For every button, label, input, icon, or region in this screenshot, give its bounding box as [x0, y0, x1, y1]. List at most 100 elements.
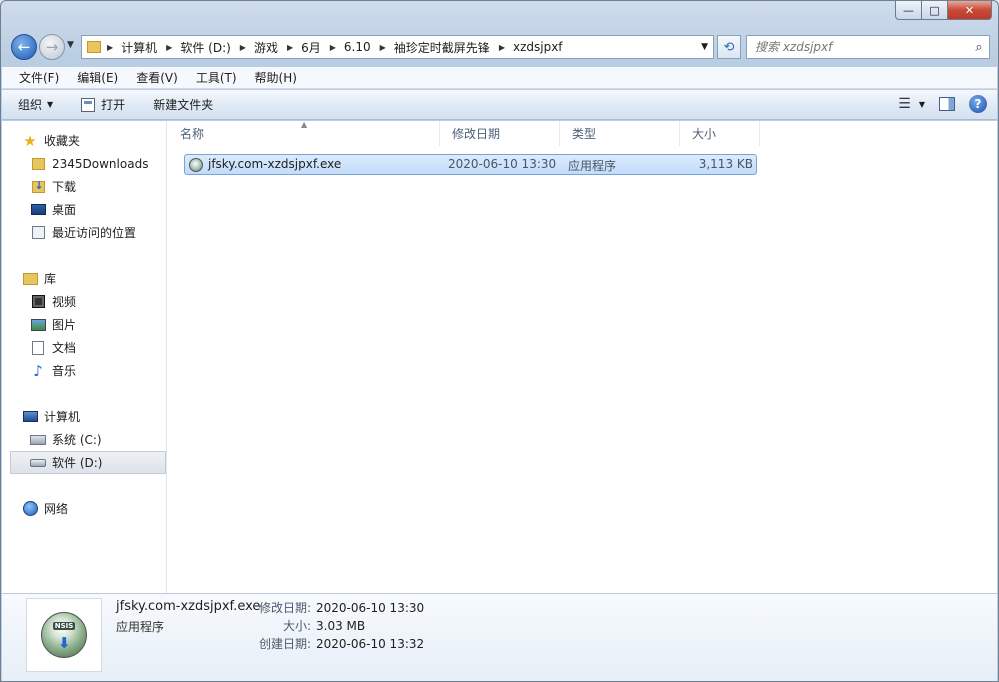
breadcrumb-games[interactable]: 游戏 — [254, 39, 278, 56]
back-button[interactable]: ← — [11, 34, 37, 60]
forward-button[interactable]: → — [39, 34, 65, 60]
search-input[interactable] — [747, 40, 969, 54]
new-folder-button[interactable]: 新建文件夹 — [153, 96, 213, 113]
drive-icon — [30, 458, 46, 467]
refresh-button[interactable]: ⟲ — [717, 35, 741, 59]
column-size[interactable]: 大小 — [680, 121, 760, 146]
installer-exe-icon — [189, 158, 203, 172]
sidebar-item-favorites[interactable]: ★ 收藏夹 — [2, 129, 167, 152]
sidebar-item-label: 网络 — [44, 502, 69, 516]
breadcrumb-separator-icon[interactable]: ▶ — [240, 43, 246, 52]
file-thumbnail: NSIS ⬇ — [26, 598, 102, 672]
downloads-folder-icon — [31, 179, 45, 193]
sidebar-item-pictures[interactable]: 图片 — [2, 313, 167, 336]
toolbar-right: ☰ ▼ ? — [884, 95, 987, 113]
nsis-installer-icon: NSIS ⬇ — [41, 612, 87, 658]
folder-icon — [87, 41, 101, 53]
breadcrumb-app-folder[interactable]: 袖珍定时截屏先锋 — [394, 39, 490, 56]
new-folder-label: 新建文件夹 — [153, 98, 214, 112]
menu-tools[interactable]: 工具(T) — [187, 69, 246, 86]
breadcrumb-june[interactable]: 6月 — [301, 39, 321, 56]
sidebar-item-2345downloads[interactable]: 2345Downloads — [2, 152, 167, 175]
menu-edit[interactable]: 编辑(E) — [68, 69, 127, 86]
document-icon — [32, 340, 44, 355]
breadcrumb-drive-d[interactable]: 软件 (D:) — [180, 39, 230, 56]
sidebar-item-libraries[interactable]: 库 — [2, 267, 167, 290]
address-dropdown-icon[interactable]: ▼ — [701, 42, 708, 52]
breadcrumb-separator-icon[interactable]: ▶ — [380, 43, 386, 52]
menu-view[interactable]: 查看(V) — [127, 69, 187, 86]
maximize-button[interactable]: □ — [922, 1, 948, 20]
open-icon — [81, 97, 96, 112]
file-type: 应用程序 — [568, 159, 617, 173]
sidebar-item-label: 最近访问的位置 — [52, 226, 137, 240]
sidebar-item-label: 视频 — [52, 295, 77, 309]
breadcrumb-separator-icon[interactable]: ▶ — [166, 43, 172, 52]
sidebar-item-label: 文档 — [52, 341, 77, 355]
file-modified: 2020-06-10 13:30 — [448, 157, 557, 171]
system-drive-icon — [30, 434, 46, 445]
sidebar-item-drive-d[interactable]: 软件 (D:) — [10, 451, 166, 474]
sidebar-item-recent-places[interactable]: 最近访问的位置 — [2, 221, 167, 244]
organize-button[interactable]: 组织 ▼ — [18, 96, 53, 113]
sidebar-item-drive-c[interactable]: 系统 (C:) — [2, 428, 167, 451]
breadcrumb-separator-icon[interactable]: ▶ — [330, 43, 336, 52]
sidebar-item-label: 图片 — [52, 318, 77, 332]
label-size: 大小: — [282, 619, 311, 633]
command-bar: 组织 ▼ 打开 新建文件夹 ☰ ▼ ? — [2, 90, 997, 120]
menu-file[interactable]: 文件(F) — [10, 69, 68, 86]
breadcrumb: ▶ 计算机 ▶ 软件 (D:) ▶ 游戏 ▶ 6月 ▶ 6.10 ▶ 袖珍定时截… — [107, 39, 572, 56]
recent-places-icon — [31, 226, 45, 239]
column-label: 类型 — [572, 127, 597, 141]
breadcrumb-separator-icon[interactable]: ▶ — [499, 43, 505, 52]
sidebar-item-downloads[interactable]: 下载 — [2, 175, 167, 198]
sidebar-item-music[interactable]: ♪ 音乐 — [2, 359, 167, 382]
sidebar-item-computer[interactable]: 计算机 — [2, 405, 167, 428]
libraries-group: 库 视频 图片 文档 ♪ 音乐 — [2, 267, 167, 382]
change-view-icon[interactable]: ☰ — [898, 96, 911, 112]
open-button[interactable]: 打开 — [81, 96, 125, 113]
column-type[interactable]: 类型 — [560, 121, 680, 146]
sidebar-item-network[interactable]: 网络 — [2, 497, 167, 520]
address-bar[interactable]: ▶ 计算机 ▶ 软件 (D:) ▶ 游戏 ▶ 6月 ▶ 6.10 ▶ 袖珍定时截… — [81, 35, 714, 59]
breadcrumb-6-10[interactable]: 6.10 — [344, 40, 371, 54]
refresh-icon: ⟲ — [723, 39, 735, 55]
file-list: ▲ 名称 修改日期 类型 大小 jfsky.com-xzdsjpxf.exe 2… — [168, 120, 997, 593]
view-options-chevron-icon[interactable]: ▼ — [919, 100, 925, 109]
column-headers: ▲ 名称 修改日期 类型 大小 — [168, 120, 760, 146]
sidebar-item-documents[interactable]: 文档 — [2, 336, 167, 359]
pictures-icon — [30, 318, 46, 331]
preview-pane-icon[interactable] — [939, 97, 955, 111]
computer-group: 计算机 系统 (C:) 软件 (D:) — [2, 405, 167, 474]
breadcrumb-computer[interactable]: 计算机 — [121, 39, 157, 56]
sidebar-item-desktop[interactable]: 桌面 — [2, 198, 167, 221]
library-icon — [22, 272, 38, 285]
sidebar-item-label: 系统 (C:) — [52, 433, 102, 447]
breadcrumb-separator-icon[interactable]: ▶ — [107, 43, 113, 52]
column-date-modified[interactable]: 修改日期 — [440, 121, 560, 146]
menu-help[interactable]: 帮助(H) — [246, 69, 306, 86]
breadcrumb-current[interactable]: xzdsjpxf — [513, 40, 563, 54]
sidebar-item-label: 桌面 — [52, 203, 77, 217]
menu-bar: 文件(F) 编辑(E) 查看(V) 工具(T) 帮助(H) — [2, 67, 997, 89]
close-button[interactable]: ✕ — [948, 1, 992, 20]
sidebar-item-label: 计算机 — [44, 410, 81, 424]
sidebar-item-videos[interactable]: 视频 — [2, 290, 167, 313]
search-icon[interactable]: ⌕ — [969, 40, 989, 55]
minimize-button[interactable]: — — [895, 1, 922, 20]
sidebar-item-label: 2345Downloads — [52, 156, 149, 171]
column-name[interactable]: ▲ 名称 — [168, 120, 440, 146]
sidebar-item-label: 下载 — [52, 180, 77, 194]
sidebar-item-label: 库 — [44, 272, 57, 286]
recent-pages-chevron-icon[interactable]: ▼ — [67, 40, 74, 50]
details-file-type: 应用程序 — [116, 620, 165, 634]
favorites-group: ★ 收藏夹 2345Downloads 下载 桌面 最近访问的位置 — [2, 129, 167, 244]
download-arrow-icon: ⬇ — [58, 634, 71, 652]
search-box[interactable]: ⌕ — [746, 35, 990, 59]
breadcrumb-separator-icon[interactable]: ▶ — [287, 43, 293, 52]
table-row[interactable]: jfsky.com-xzdsjpxf.exe 2020-06-10 13:30 … — [184, 154, 757, 175]
details-labels: 修改日期: 大小: 创建日期: — [235, 599, 311, 653]
video-icon — [31, 295, 45, 308]
help-icon[interactable]: ? — [969, 95, 987, 113]
star-icon: ★ — [23, 131, 37, 150]
